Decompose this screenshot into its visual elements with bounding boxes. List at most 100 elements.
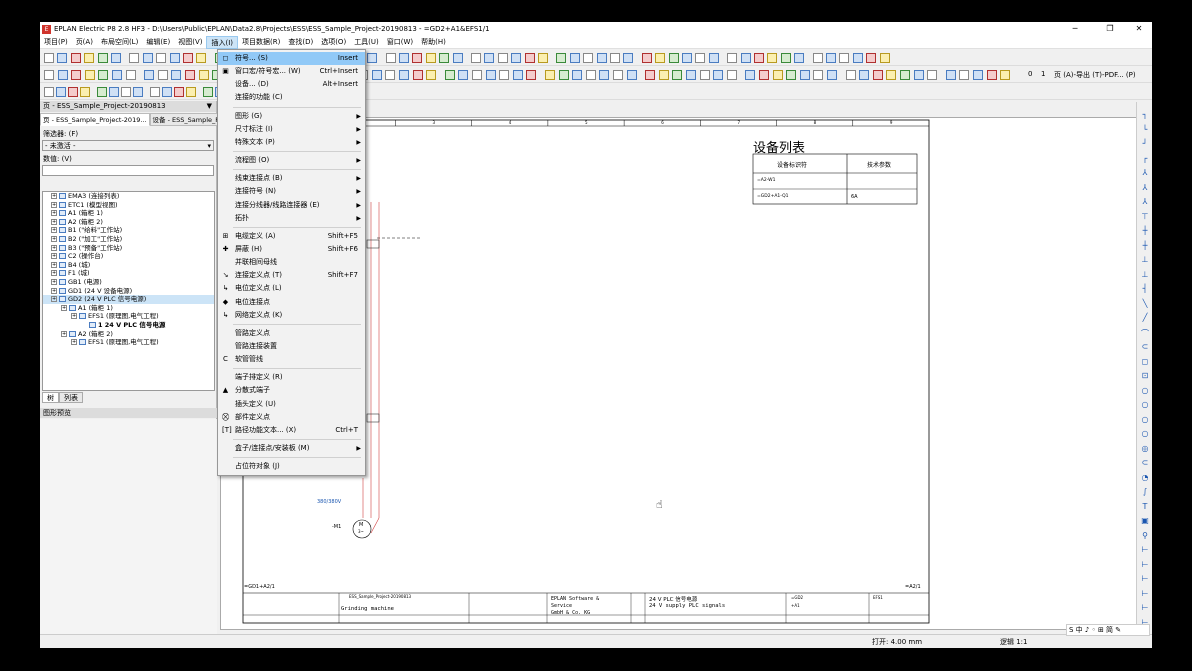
toolbar-icon[interactable] — [471, 53, 481, 63]
minimize-button[interactable]: ─ — [1064, 22, 1086, 36]
expand-icon[interactable]: + — [71, 339, 77, 346]
drawing-tool-icon[interactable]: ○ — [1140, 415, 1150, 424]
toolbar-icon[interactable] — [144, 70, 155, 80]
toolbar-icon[interactable] — [780, 53, 791, 63]
toolbar-icon[interactable] — [682, 53, 692, 63]
toolbar-icon[interactable] — [399, 70, 409, 80]
drawing-tool-icon[interactable]: ⅄ — [1140, 183, 1150, 192]
toolbar-icon[interactable] — [183, 53, 193, 63]
insert-menu-item[interactable]: 拓扑 ▶ — [218, 212, 365, 225]
drawing-tool-icon[interactable]: ◎ — [1140, 444, 1150, 453]
toolbar-icon[interactable] — [583, 53, 594, 63]
toolbar-icon[interactable] — [452, 53, 463, 63]
toolbar-icon[interactable] — [169, 53, 180, 63]
toolbar-icon[interactable] — [367, 53, 378, 63]
toolbar-icon[interactable] — [44, 87, 54, 97]
toolbar-icon[interactable] — [472, 70, 482, 80]
toolbar-icon[interactable] — [499, 70, 510, 80]
insert-menu-item[interactable]: 占位符对象 (J) — [218, 460, 365, 473]
toolbar-icon[interactable] — [426, 70, 437, 80]
toolbar-icon[interactable] — [859, 70, 870, 80]
tree-item[interactable]: + GD2 (24 V PLC 信号电源) — [43, 295, 214, 304]
toolbar-icon[interactable] — [686, 70, 696, 80]
panel-dropdown-icon[interactable]: ▼ — [207, 101, 212, 112]
toolbar-icon[interactable] — [196, 53, 207, 63]
drawing-tool-icon[interactable]: ┤ — [1140, 284, 1150, 293]
insert-menu-item[interactable]: 并联相间母线 — [218, 256, 365, 269]
toolbar-icon[interactable] — [708, 53, 719, 63]
insert-menu-item[interactable]: ↳ 电位定义点 (L) — [218, 282, 365, 295]
toolbar-icon[interactable] — [112, 70, 122, 80]
insert-menu-item[interactable]: 尺寸标注 (I) ▶ — [218, 123, 365, 136]
insert-menu-item[interactable]: 连接的功能 (C) — [218, 91, 365, 104]
toolbar-icon[interactable] — [198, 70, 209, 80]
tree-item[interactable]: + B2 ("加工"工作站) — [43, 235, 214, 244]
expand-icon[interactable]: + — [51, 201, 57, 208]
toolbar-icon[interactable] — [872, 70, 883, 80]
toolbar-icon[interactable] — [727, 53, 738, 63]
insert-menu-item[interactable]: 流程图 (O) ▶ — [218, 154, 365, 167]
drawing-tool-icon[interactable]: ⊢ — [1140, 589, 1150, 598]
toolbar-icon[interactable] — [812, 53, 823, 63]
toolbar-icon[interactable] — [866, 53, 877, 63]
toolbar-icon[interactable] — [726, 70, 737, 80]
toolbar-icon[interactable] — [385, 70, 396, 80]
toolbar-icon[interactable] — [98, 70, 109, 80]
toolbar-icon[interactable] — [545, 70, 555, 80]
page-tree[interactable]: + EMA3 (连接列表) + ETC1 (模型视图) + A1 (箱柜 1) + A2 (箱… — [42, 191, 215, 391]
toolbar-icon[interactable] — [740, 53, 751, 63]
toolbar-icon[interactable] — [185, 70, 195, 80]
drawing-tool-icon[interactable]: ⚲ — [1140, 531, 1150, 540]
toolbar-icon[interactable] — [699, 70, 710, 80]
drawing-tool-icon[interactable]: ⅄ — [1140, 168, 1150, 177]
toolbar-icon[interactable] — [485, 70, 496, 80]
toolbar-icon[interactable] — [986, 70, 997, 80]
toolbar-icon[interactable] — [412, 70, 423, 80]
insert-menu-item[interactable]: 管路定义点 — [218, 327, 365, 340]
toolbar-icon[interactable] — [794, 53, 805, 63]
drawing-tool-icon[interactable]: ⌒ — [1140, 328, 1150, 339]
toolbar-icon[interactable] — [497, 53, 508, 63]
toolbar-icon[interactable] — [171, 70, 182, 80]
tree-item[interactable]: 1 24 V PLC 信号电源 — [43, 321, 214, 330]
drawing-tool-icon[interactable]: ○ — [1140, 400, 1150, 409]
toolbar-icon[interactable] — [57, 70, 68, 80]
expand-icon[interactable]: + — [51, 287, 57, 294]
tree-item[interactable]: + B1 ("给料"工作站) — [43, 226, 214, 235]
toolbar-icon[interactable] — [556, 53, 567, 63]
drawing-tool-icon[interactable]: ⊂ — [1140, 342, 1150, 351]
toolbar-icon[interactable] — [927, 70, 938, 80]
tree-item[interactable]: + GB1 (电源) — [43, 278, 214, 287]
insert-menu-item[interactable]: 连接分线器/线路连接器 (E) ▶ — [218, 199, 365, 212]
value-input[interactable] — [42, 165, 214, 176]
toolbar-icon[interactable] — [655, 53, 666, 63]
toolbar-icon[interactable] — [162, 87, 172, 97]
tree-item[interactable]: + ETC1 (模型视图) — [43, 201, 214, 210]
toolbar-icon[interactable] — [959, 70, 970, 80]
toolbar-icon[interactable] — [658, 70, 669, 80]
insert-menu-item[interactable]: 图形 (G) ▶ — [218, 110, 365, 123]
toolbar-icon[interactable] — [109, 87, 119, 97]
toolbar-icon[interactable] — [458, 70, 469, 80]
toolbar-icon[interactable] — [596, 53, 607, 63]
toolbar-icon[interactable] — [786, 70, 797, 80]
toolbar-icon[interactable] — [71, 70, 82, 80]
filter-select[interactable]: - 未激活 - ▾ — [42, 140, 214, 151]
menu-item[interactable]: 编辑(E) — [142, 36, 174, 49]
drawing-tool-icon[interactable]: ╲ — [1140, 299, 1150, 308]
toolbar-icon[interactable] — [44, 70, 54, 80]
toolbar-icon[interactable] — [713, 70, 724, 80]
insert-menu-item[interactable]: 端子排定义 (R) — [218, 371, 365, 384]
tree-item[interactable]: + EMA3 (连接列表) — [43, 192, 214, 201]
expand-icon[interactable]: + — [71, 313, 77, 320]
toolbar-icon[interactable] — [827, 70, 837, 80]
toolbar-icon[interactable] — [945, 70, 956, 80]
tree-item[interactable]: + A1 (箱柜 1) — [43, 209, 214, 218]
expand-icon[interactable]: + — [51, 296, 57, 303]
toolbar-icon[interactable] — [668, 53, 679, 63]
ime-toolbar[interactable]: S 中 ♪ ◦ ⊞ 简 ✎ — [1066, 624, 1150, 636]
drawing-tool-icon[interactable]: ┌ — [1140, 154, 1150, 163]
toolbar-icon[interactable] — [121, 87, 131, 97]
insert-menu-item[interactable]: [T] 路径功能文本... (X) Ctrl+T — [218, 424, 365, 437]
drawing-tool-icon[interactable]: ◻ — [1140, 357, 1150, 366]
